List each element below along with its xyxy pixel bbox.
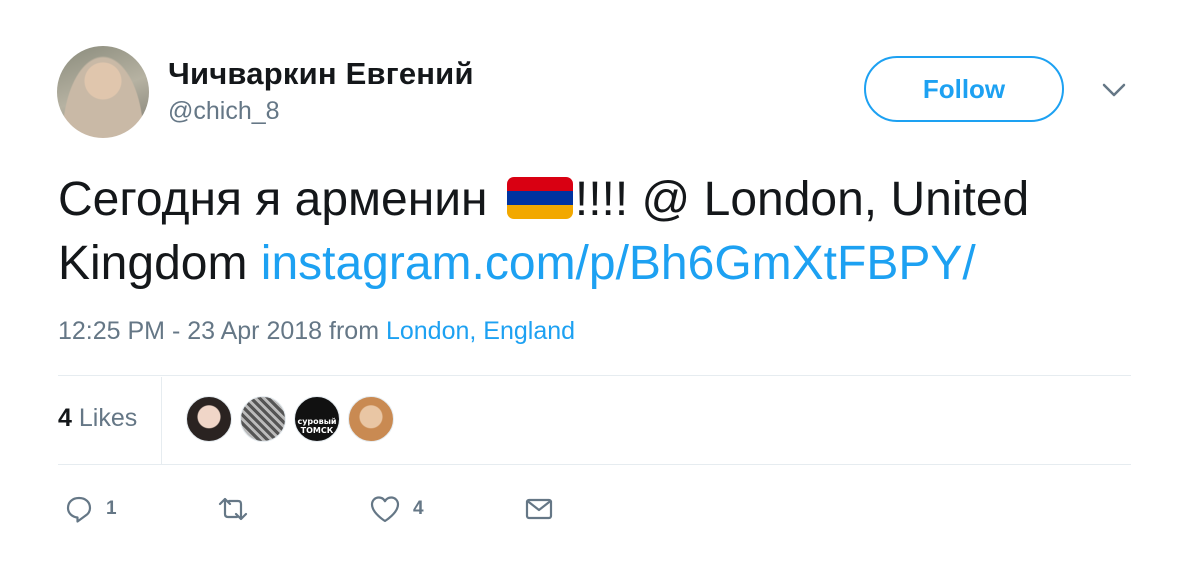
chevron-down-icon[interactable] xyxy=(1100,80,1128,100)
author-handle[interactable]: @chich_8 xyxy=(168,97,280,126)
divider-bottom xyxy=(58,464,1131,465)
retweet-action[interactable] xyxy=(216,494,262,524)
reply-icon xyxy=(66,496,92,523)
likes-stat[interactable]: 4 Likes xyxy=(58,404,137,433)
stats-divider xyxy=(161,377,162,464)
liker-avatar[interactable] xyxy=(240,396,286,442)
likes-count: 4 xyxy=(58,404,72,432)
retweet-icon xyxy=(218,497,248,521)
tweet-timestamp[interactable]: 12:25 PM - 23 Apr 2018 xyxy=(58,317,322,345)
likers-list: суровый ТОМСК xyxy=(186,396,394,442)
like-action[interactable]: 4 xyxy=(369,494,424,524)
reply-count: 1 xyxy=(106,498,117,519)
location-link[interactable]: London, England xyxy=(386,317,575,345)
tweet-meta: 12:25 PM - 23 Apr 2018 from London, Engl… xyxy=(58,317,575,346)
tweet-text-part-1: Сегодня я арменин xyxy=(58,173,501,226)
liker-avatar-text: суровый ТОМСК xyxy=(297,417,337,435)
envelope-icon xyxy=(525,498,553,520)
liker-avatar[interactable] xyxy=(348,396,394,442)
follow-button[interactable]: Follow xyxy=(864,56,1064,122)
heart-icon xyxy=(370,496,400,523)
instagram-link[interactable]: instagram.com/p/Bh6GmXtFBPY/ xyxy=(261,237,976,290)
like-count: 4 xyxy=(413,498,424,519)
tweet-text: Сегодня я арменин !!!! @ London, United … xyxy=(58,168,1158,296)
divider-top xyxy=(58,375,1131,376)
armenia-flag-icon xyxy=(506,177,573,219)
from-label: from xyxy=(329,317,380,345)
liker-avatar[interactable]: суровый ТОМСК xyxy=(294,396,340,442)
direct-message-action[interactable] xyxy=(524,494,554,524)
author-avatar[interactable] xyxy=(57,46,149,138)
author-name[interactable]: Чичваркин Евгений xyxy=(168,56,474,92)
likes-label: Likes xyxy=(78,404,138,432)
liker-avatar[interactable] xyxy=(186,396,232,442)
reply-action[interactable]: 1 xyxy=(64,494,117,524)
